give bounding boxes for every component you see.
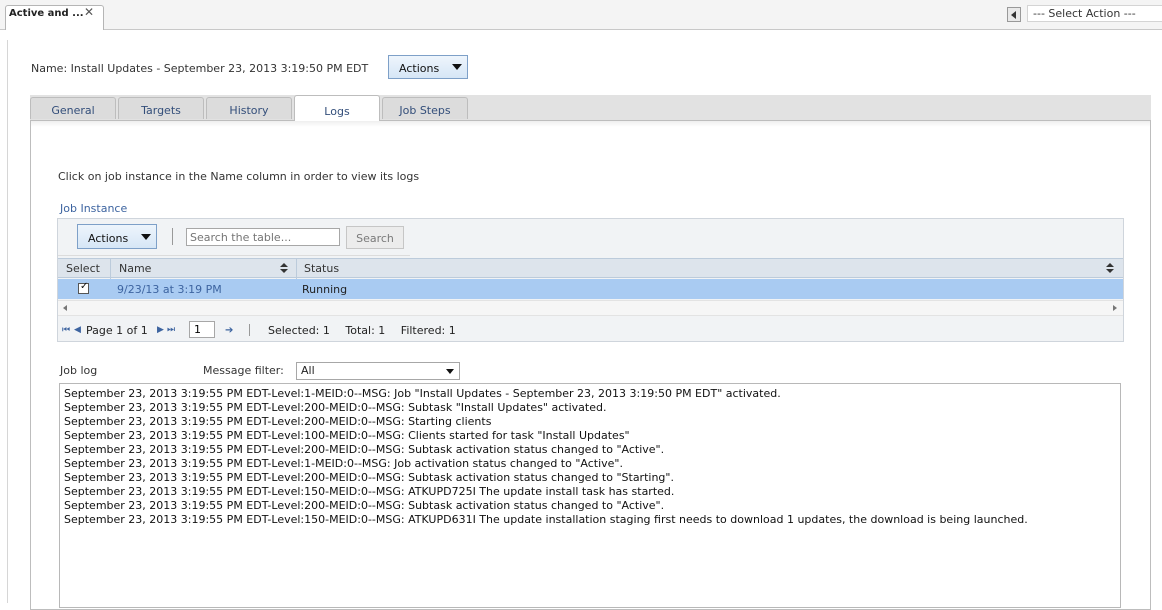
prev-page-icon[interactable]: ◀ [74, 325, 81, 335]
horizontal-scrollbar[interactable] [58, 300, 1123, 316]
total-count: Total: 1 [345, 324, 386, 337]
actions-button[interactable]: Actions [388, 55, 468, 79]
job-log-textarea[interactable]: September 23, 2013 3:19:55 PM EDT-Level:… [59, 383, 1121, 608]
log-line: September 23, 2013 3:19:55 PM EDT-Level:… [64, 415, 492, 428]
page-indicator: Page 1 of 1 [86, 324, 148, 337]
log-line: September 23, 2013 3:19:55 PM EDT-Level:… [64, 471, 674, 484]
message-filter-select[interactable]: All [296, 362, 460, 380]
column-header-name[interactable]: Name [119, 262, 151, 275]
column-header-status[interactable]: Status [304, 262, 339, 275]
job-log-label: Job log [60, 364, 98, 377]
sort-icon[interactable] [1106, 263, 1114, 273]
chevron-down-icon [446, 369, 454, 374]
tab-logs[interactable]: Logs [294, 95, 380, 121]
select-action-dropdown[interactable]: --- Select Action --- [1027, 5, 1162, 22]
search-input[interactable] [186, 228, 340, 246]
page-tab-label: Active and ... [9, 8, 84, 19]
message-filter-label: Message filter: [203, 364, 284, 377]
table-header-row [58, 258, 1123, 278]
go-arrow-icon[interactable]: ➔ [225, 325, 233, 336]
toolbar-separator [172, 228, 173, 245]
last-page-icon[interactable]: ⏭ [167, 325, 175, 335]
left-divider [7, 40, 8, 603]
table-actions-button[interactable]: Actions [77, 224, 157, 249]
log-line: September 23, 2013 3:19:55 PM EDT-Level:… [64, 457, 623, 470]
sort-icon[interactable] [280, 263, 288, 273]
table-actions-label: Actions [88, 232, 129, 245]
panel-shade [31, 121, 1150, 127]
log-line: September 23, 2013 3:19:55 PM EDT-Level:… [64, 401, 607, 414]
chevron-down-icon [141, 234, 151, 240]
log-line: September 23, 2013 3:19:55 PM EDT-Level:… [64, 443, 665, 456]
instructions-text: Click on job instance in the Name column… [58, 170, 420, 183]
page-number-input[interactable] [189, 321, 215, 338]
tab-job-steps[interactable]: Job Steps [382, 97, 468, 119]
job-name-label: Name: Install Updates - September 23, 20… [31, 62, 369, 75]
log-line: September 23, 2013 3:19:55 PM EDT-Level:… [64, 387, 781, 400]
log-line: September 23, 2013 3:19:55 PM EDT-Level:… [64, 485, 675, 498]
tab-general[interactable]: General [30, 97, 116, 119]
close-icon[interactable]: ✕ [84, 5, 94, 19]
row-select-checkbox[interactable] [78, 281, 89, 294]
actions-button-label: Actions [399, 62, 440, 75]
job-instance-heading: Job Instance [60, 202, 128, 215]
scroll-left-icon[interactable] [63, 305, 67, 311]
first-page-icon[interactable]: ⏮ [62, 325, 70, 335]
column-header-select: Select [66, 262, 100, 275]
row-name-link[interactable]: 9/23/13 at 3:19 PM [117, 283, 222, 296]
log-line: September 23, 2013 3:19:55 PM EDT-Level:… [64, 499, 665, 512]
top-bar [0, 0, 1162, 30]
next-page-icon[interactable]: ▶ [157, 325, 164, 335]
toolbar-divider [58, 255, 410, 256]
log-line: September 23, 2013 3:19:55 PM EDT-Level:… [64, 513, 1028, 526]
pager-separator [249, 324, 250, 336]
tab-history[interactable]: History [206, 97, 292, 119]
message-filter-value: All [301, 364, 315, 377]
chevron-down-icon [452, 64, 462, 70]
table-counts: Selected: 1 Total: 1 Filtered: 1 [268, 324, 468, 337]
filtered-count: Filtered: 1 [400, 324, 456, 337]
log-line: September 23, 2013 3:19:55 PM EDT-Level:… [64, 429, 630, 442]
row-status: Running [302, 283, 348, 296]
selected-count: Selected: 1 [268, 324, 330, 337]
tab-targets[interactable]: Targets [118, 97, 204, 119]
scroll-right-icon[interactable] [1113, 305, 1117, 311]
arrow-left-icon[interactable] [1007, 7, 1021, 22]
search-button[interactable]: Search [346, 226, 404, 249]
